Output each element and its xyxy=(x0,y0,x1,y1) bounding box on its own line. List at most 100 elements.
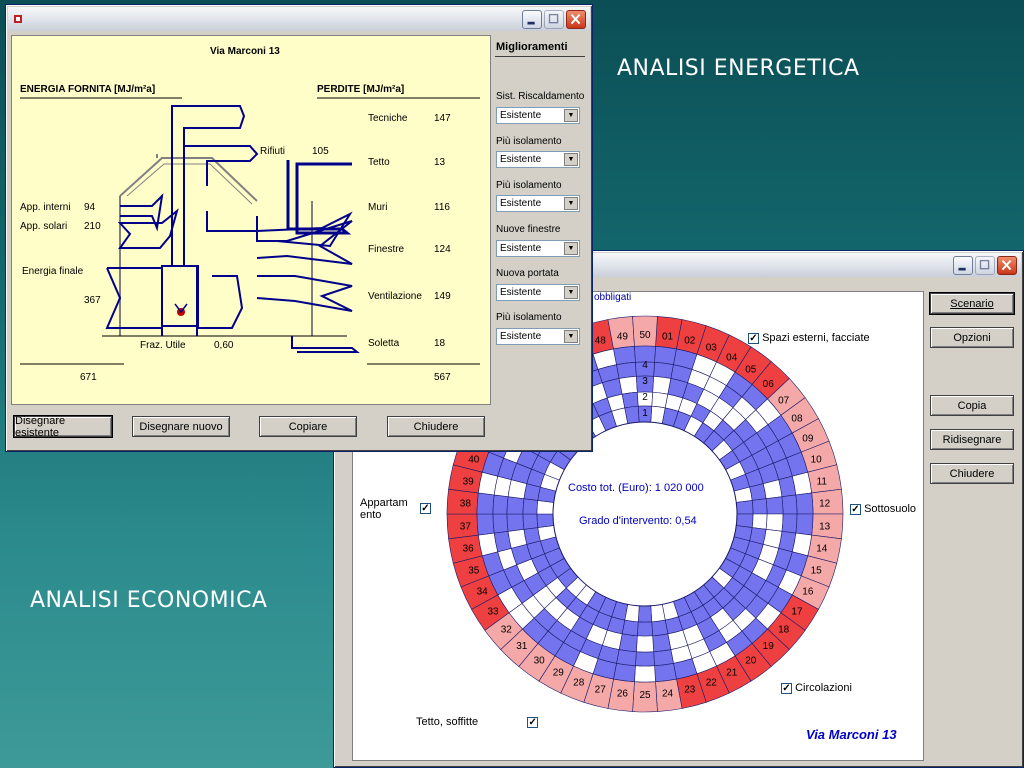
intervention-cell xyxy=(653,361,674,379)
chevron-down-icon[interactable]: ▼ xyxy=(564,286,578,299)
checkbox-appartamento[interactable]: Appartam ento ✓ xyxy=(360,497,450,521)
ring-number-label: 33 xyxy=(487,606,499,617)
ring-number-label: 08 xyxy=(791,414,803,425)
improvements-title: Miglioramenti xyxy=(496,41,568,53)
ring-number-label: 21 xyxy=(726,668,738,679)
intervention-cell xyxy=(492,494,509,515)
intervention-cell xyxy=(616,361,637,379)
total-cost-label: Costo tot. (Euro): 1 020 000 xyxy=(568,482,704,494)
ring-number-label: 23 xyxy=(684,684,696,695)
energy-close-button[interactable]: Chiudere xyxy=(387,416,485,437)
improvement-label: Più isolamento xyxy=(496,180,562,191)
maximize-button[interactable] xyxy=(544,10,564,29)
checkbox-spazi-esterni-box[interactable]: ✓ xyxy=(748,332,759,344)
intervention-cell xyxy=(795,492,814,515)
total-in-value: 671 xyxy=(80,372,97,383)
draw-new-button[interactable]: Disegnare nuovo xyxy=(132,416,230,437)
scenario-button[interactable]: Scenario xyxy=(929,292,1015,315)
checkbox-spazi-esterni-label: Spazi esterni, facciate xyxy=(762,332,870,344)
redraw-button[interactable]: Ridisegnare xyxy=(930,429,1014,450)
checkbox-tetto-soffitte[interactable]: Tetto, soffitte ✓ xyxy=(416,716,539,728)
redraw-button-label: Ridisegnare xyxy=(942,433,1002,446)
intervention-cell xyxy=(635,651,655,667)
minimize-button[interactable] xyxy=(953,256,973,275)
checkbox-sottosuolo[interactable]: ✓ Sottosuolo xyxy=(850,503,916,515)
close-window-button[interactable] xyxy=(566,10,586,29)
ring-number-label: 40 xyxy=(468,454,480,465)
loss-tecniche-value: 147 xyxy=(434,113,451,124)
ring-number-label: 25 xyxy=(639,690,651,701)
ring-number-label: 39 xyxy=(463,476,475,487)
input-app-solari-label: App. solari xyxy=(20,221,68,232)
address-title: Via Marconi 13 xyxy=(210,46,280,57)
ring-number-label: 12 xyxy=(819,499,831,510)
ring-number-label: 37 xyxy=(460,521,472,532)
intervention-cell xyxy=(652,633,672,653)
close-window-button[interactable] xyxy=(997,256,1017,275)
draw-existing-button-label: Disegnare esistente xyxy=(15,414,66,439)
loss-ventilazione-value: 149 xyxy=(434,291,451,302)
intervention-cell xyxy=(751,513,768,530)
intervention-cell xyxy=(522,498,539,515)
loss-finestre-value: 124 xyxy=(434,244,451,255)
inner-ring-label: 1 xyxy=(642,408,648,419)
copy-energy-button[interactable]: Copiare xyxy=(259,416,357,437)
ring-number-label: 03 xyxy=(706,343,718,354)
economic-close-button[interactable]: Chiudere xyxy=(930,463,1014,484)
economic-close-button-label: Chiudere xyxy=(949,467,995,480)
ring-number-label: 29 xyxy=(553,668,565,679)
intervention-cell xyxy=(637,605,653,623)
maximize-button[interactable] xyxy=(975,256,995,275)
minimize-button[interactable] xyxy=(522,10,542,29)
ring-number-label: 10 xyxy=(811,454,823,465)
total-out-value: 567 xyxy=(434,372,451,383)
ring-number-label: 13 xyxy=(819,521,831,532)
intervention-cell xyxy=(795,513,814,536)
ring-number-label: 18 xyxy=(778,625,790,636)
checkbox-sottosuolo-box[interactable]: ✓ xyxy=(850,503,861,515)
ventilation-rate-select[interactable]: Esistente ▼ xyxy=(496,284,580,301)
intervention-cell xyxy=(536,500,555,515)
new-windows-select[interactable]: Esistente ▼ xyxy=(496,240,580,257)
checkbox-circolazioni-box[interactable]: ✓ xyxy=(781,682,792,694)
ring-number-label: 07 xyxy=(778,395,790,406)
intervention-cell xyxy=(781,494,798,515)
loss-soletta-label: Soletta xyxy=(368,338,400,349)
ring-number-label: 22 xyxy=(706,677,718,688)
app-icon xyxy=(12,12,24,24)
improvement-label: Nuova portata xyxy=(496,268,559,279)
ring-number-label: 19 xyxy=(763,641,775,652)
copy-button[interactable]: Copia xyxy=(930,395,1014,416)
input-app-interni-value: 94 xyxy=(84,202,96,213)
roof-insulation-select[interactable]: Esistente ▼ xyxy=(496,151,580,168)
improvement-label: Più isolamento xyxy=(496,312,562,323)
chevron-down-icon[interactable]: ▼ xyxy=(564,153,578,166)
ring-number-label: 16 xyxy=(802,587,814,598)
chevron-down-icon[interactable]: ▼ xyxy=(564,330,578,343)
loss-tetto-value: 13 xyxy=(434,157,446,168)
ring-number-label: 26 xyxy=(617,689,629,700)
checkbox-appartamento-label: Appartam ento xyxy=(360,497,408,521)
intervention-cell xyxy=(765,513,784,532)
select-value: Esistente xyxy=(500,243,542,254)
chevron-down-icon[interactable]: ▼ xyxy=(564,197,578,210)
select-value: Esistente xyxy=(500,287,542,298)
draw-existing-button[interactable]: Disegnare esistente xyxy=(13,414,113,439)
energy-window-titlebar[interactable] xyxy=(8,7,590,31)
wall-insulation-select[interactable]: Esistente ▼ xyxy=(496,195,580,212)
checkbox-appartamento-box[interactable]: ✓ xyxy=(420,503,431,514)
intervention-cell xyxy=(492,513,509,534)
ring-number-label: 20 xyxy=(745,656,757,667)
title-analisi-economica: ANALISI ECONOMICA xyxy=(30,588,268,613)
losses-header: PERDITE [MJ/m²a] xyxy=(317,84,405,95)
checkbox-tetto-box[interactable]: ✓ xyxy=(527,716,539,728)
copy-button-label: Copia xyxy=(957,399,987,412)
heating-system-select[interactable]: Esistente ▼ xyxy=(496,107,580,124)
checkbox-spazi-esterni[interactable]: ✓ Spazi esterni, facciate xyxy=(748,332,870,344)
floor-insulation-select[interactable]: Esistente ▼ xyxy=(496,328,580,345)
checkbox-circolazioni[interactable]: ✓ Circolazioni xyxy=(781,682,852,694)
options-button[interactable]: Opzioni xyxy=(930,327,1014,348)
chevron-down-icon[interactable]: ▼ xyxy=(564,109,578,122)
intervention-cell xyxy=(616,649,637,667)
chevron-down-icon[interactable]: ▼ xyxy=(564,242,578,255)
